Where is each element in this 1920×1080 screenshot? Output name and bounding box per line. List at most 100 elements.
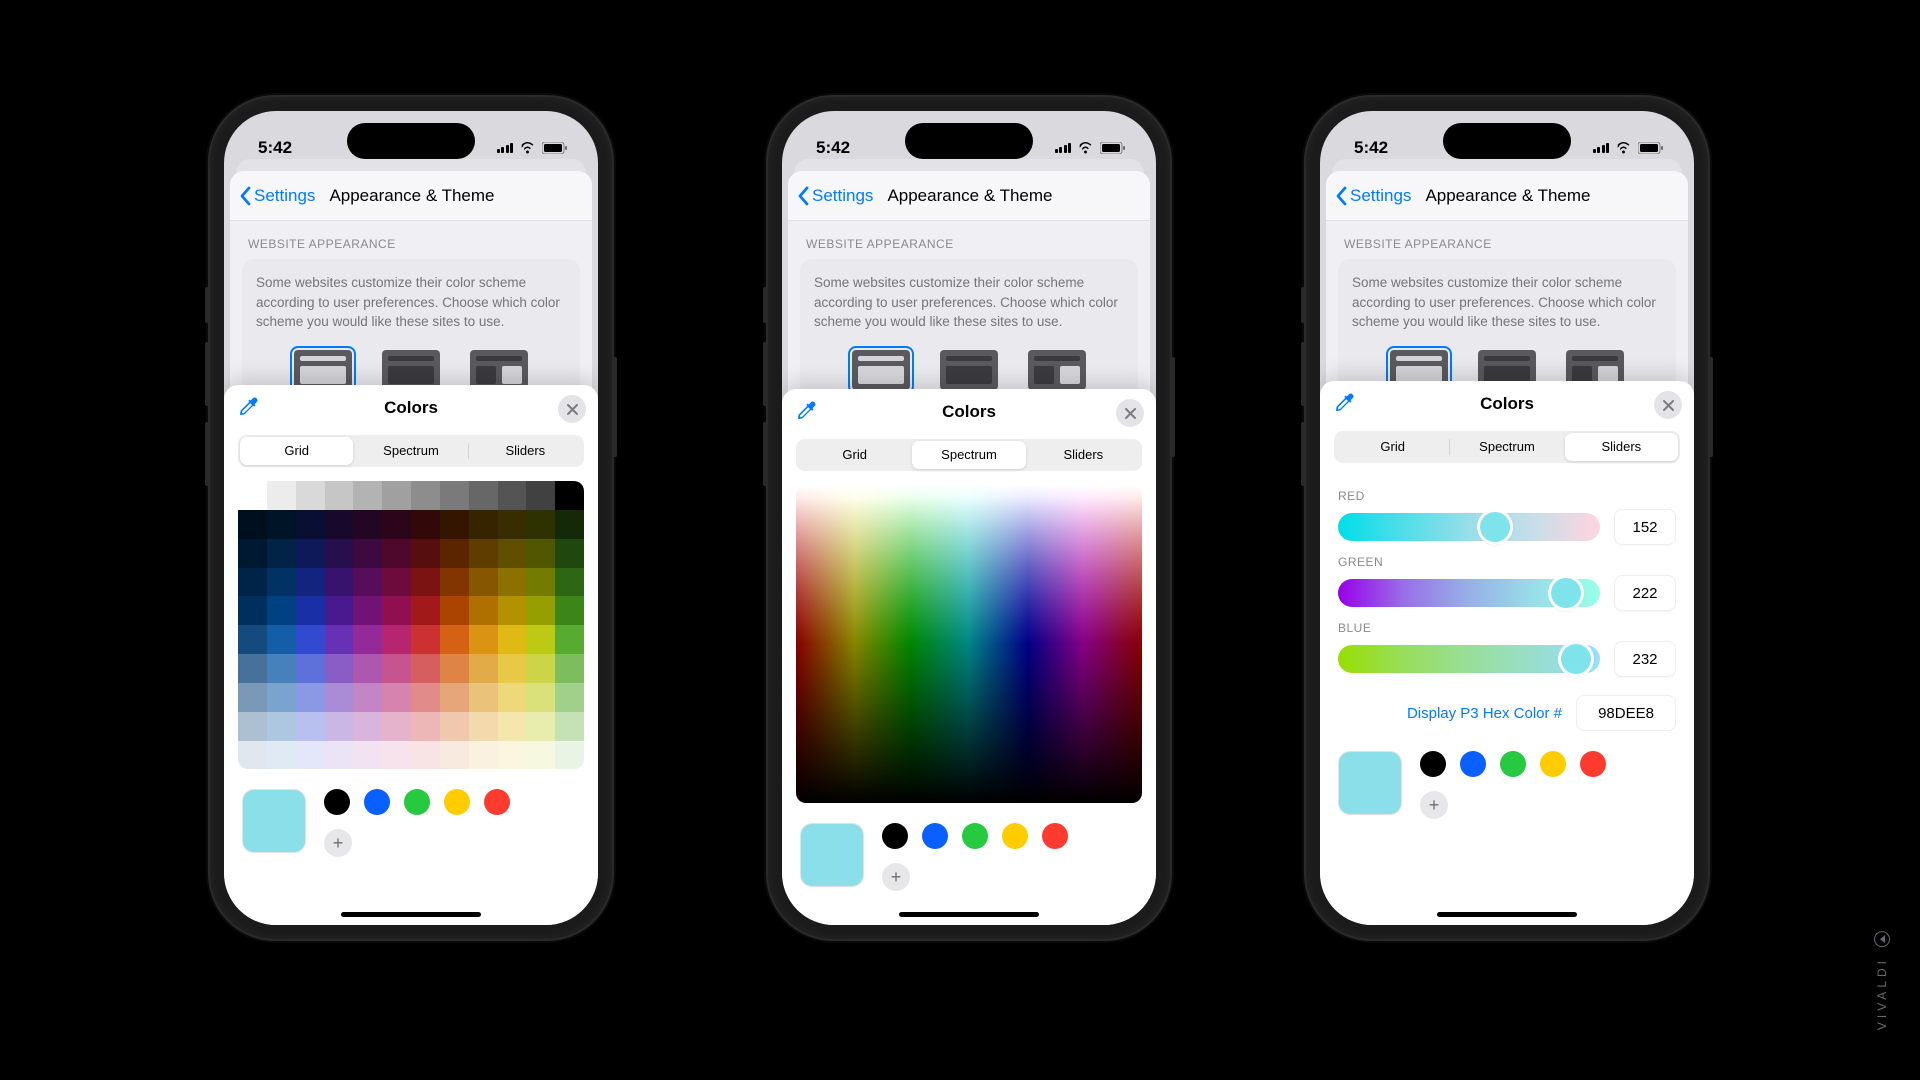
- grid-cell[interactable]: [440, 481, 469, 510]
- grid-cell[interactable]: [498, 741, 527, 770]
- grid-cell[interactable]: [469, 596, 498, 625]
- preset-swatch[interactable]: [1002, 823, 1028, 849]
- grid-cell[interactable]: [498, 625, 527, 654]
- grid-cell[interactable]: [526, 596, 555, 625]
- grid-cell[interactable]: [353, 741, 382, 770]
- grid-cell[interactable]: [238, 568, 267, 597]
- grid-cell[interactable]: [440, 741, 469, 770]
- grid-cell[interactable]: [411, 481, 440, 510]
- grid-cell[interactable]: [382, 481, 411, 510]
- theme-option-light[interactable]: [294, 350, 352, 390]
- grid-cell[interactable]: [325, 510, 354, 539]
- grid-cell[interactable]: [267, 741, 296, 770]
- grid-cell[interactable]: [325, 539, 354, 568]
- green-slider[interactable]: [1338, 579, 1600, 607]
- grid-cell[interactable]: [555, 510, 584, 539]
- grid-cell[interactable]: [382, 712, 411, 741]
- preset-swatch[interactable]: [1460, 751, 1486, 777]
- grid-cell[interactable]: [526, 712, 555, 741]
- grid-cell[interactable]: [353, 683, 382, 712]
- grid-cell[interactable]: [469, 683, 498, 712]
- grid-cell[interactable]: [440, 683, 469, 712]
- add-swatch-button[interactable]: +: [882, 863, 910, 891]
- grid-cell[interactable]: [238, 481, 267, 510]
- back-button[interactable]: Settings: [240, 186, 315, 206]
- grid-cell[interactable]: [555, 712, 584, 741]
- red-value[interactable]: 152: [1614, 509, 1676, 545]
- grid-cell[interactable]: [498, 654, 527, 683]
- grid-cell[interactable]: [411, 625, 440, 654]
- grid-cell[interactable]: [411, 654, 440, 683]
- grid-cell[interactable]: [296, 481, 325, 510]
- grid-cell[interactable]: [555, 568, 584, 597]
- grid-cell[interactable]: [440, 625, 469, 654]
- grid-cell[interactable]: [238, 683, 267, 712]
- grid-cell[interactable]: [325, 596, 354, 625]
- grid-cell[interactable]: [555, 625, 584, 654]
- grid-cell[interactable]: [526, 539, 555, 568]
- preset-swatch[interactable]: [444, 789, 470, 815]
- preset-swatch[interactable]: [922, 823, 948, 849]
- grid-cell[interactable]: [267, 712, 296, 741]
- grid-cell[interactable]: [238, 596, 267, 625]
- tab-spectrum[interactable]: Spectrum: [912, 441, 1025, 469]
- grid-cell[interactable]: [382, 510, 411, 539]
- close-button[interactable]: [558, 395, 586, 423]
- grid-cell[interactable]: [325, 683, 354, 712]
- grid-cell[interactable]: [440, 596, 469, 625]
- grid-cell[interactable]: [411, 596, 440, 625]
- grid-cell[interactable]: [353, 539, 382, 568]
- grid-cell[interactable]: [296, 596, 325, 625]
- grid-cell[interactable]: [498, 568, 527, 597]
- grid-cell[interactable]: [296, 741, 325, 770]
- preset-swatch[interactable]: [364, 789, 390, 815]
- grid-cell[interactable]: [325, 741, 354, 770]
- grid-cell[interactable]: [555, 539, 584, 568]
- tab-spectrum[interactable]: Spectrum: [354, 437, 467, 465]
- grid-cell[interactable]: [526, 654, 555, 683]
- grid-cell[interactable]: [411, 568, 440, 597]
- grid-cell[interactable]: [469, 741, 498, 770]
- grid-cell[interactable]: [526, 510, 555, 539]
- grid-cell[interactable]: [353, 596, 382, 625]
- tab-grid[interactable]: Grid: [240, 437, 353, 465]
- grid-cell[interactable]: [526, 625, 555, 654]
- color-grid[interactable]: [238, 481, 584, 769]
- add-swatch-button[interactable]: +: [324, 829, 352, 857]
- grid-cell[interactable]: [382, 654, 411, 683]
- grid-cell[interactable]: [238, 654, 267, 683]
- hex-value[interactable]: 98DEE8: [1576, 695, 1676, 731]
- blue-value[interactable]: 232: [1614, 641, 1676, 677]
- green-value[interactable]: 222: [1614, 575, 1676, 611]
- eyedropper-button[interactable]: [1334, 393, 1356, 420]
- close-button[interactable]: [1654, 391, 1682, 419]
- grid-cell[interactable]: [411, 741, 440, 770]
- grid-cell[interactable]: [267, 683, 296, 712]
- tab-spectrum[interactable]: Spectrum: [1450, 433, 1563, 461]
- preset-swatch[interactable]: [882, 823, 908, 849]
- preset-swatch[interactable]: [404, 789, 430, 815]
- grid-cell[interactable]: [526, 683, 555, 712]
- grid-cell[interactable]: [498, 539, 527, 568]
- grid-cell[interactable]: [325, 568, 354, 597]
- grid-cell[interactable]: [555, 481, 584, 510]
- grid-cell[interactable]: [411, 712, 440, 741]
- grid-cell[interactable]: [267, 481, 296, 510]
- grid-cell[interactable]: [296, 654, 325, 683]
- grid-cell[interactable]: [526, 741, 555, 770]
- grid-cell[interactable]: [469, 712, 498, 741]
- grid-cell[interactable]: [555, 683, 584, 712]
- grid-cell[interactable]: [325, 481, 354, 510]
- grid-cell[interactable]: [238, 539, 267, 568]
- grid-cell[interactable]: [267, 596, 296, 625]
- grid-cell[interactable]: [267, 568, 296, 597]
- tab-sliders[interactable]: Sliders: [1565, 433, 1678, 461]
- preset-swatch[interactable]: [1500, 751, 1526, 777]
- grid-cell[interactable]: [469, 654, 498, 683]
- grid-cell[interactable]: [411, 539, 440, 568]
- preset-swatch[interactable]: [1580, 751, 1606, 777]
- theme-option-light[interactable]: [852, 350, 910, 390]
- grid-cell[interactable]: [382, 741, 411, 770]
- grid-cell[interactable]: [440, 568, 469, 597]
- grid-cell[interactable]: [440, 712, 469, 741]
